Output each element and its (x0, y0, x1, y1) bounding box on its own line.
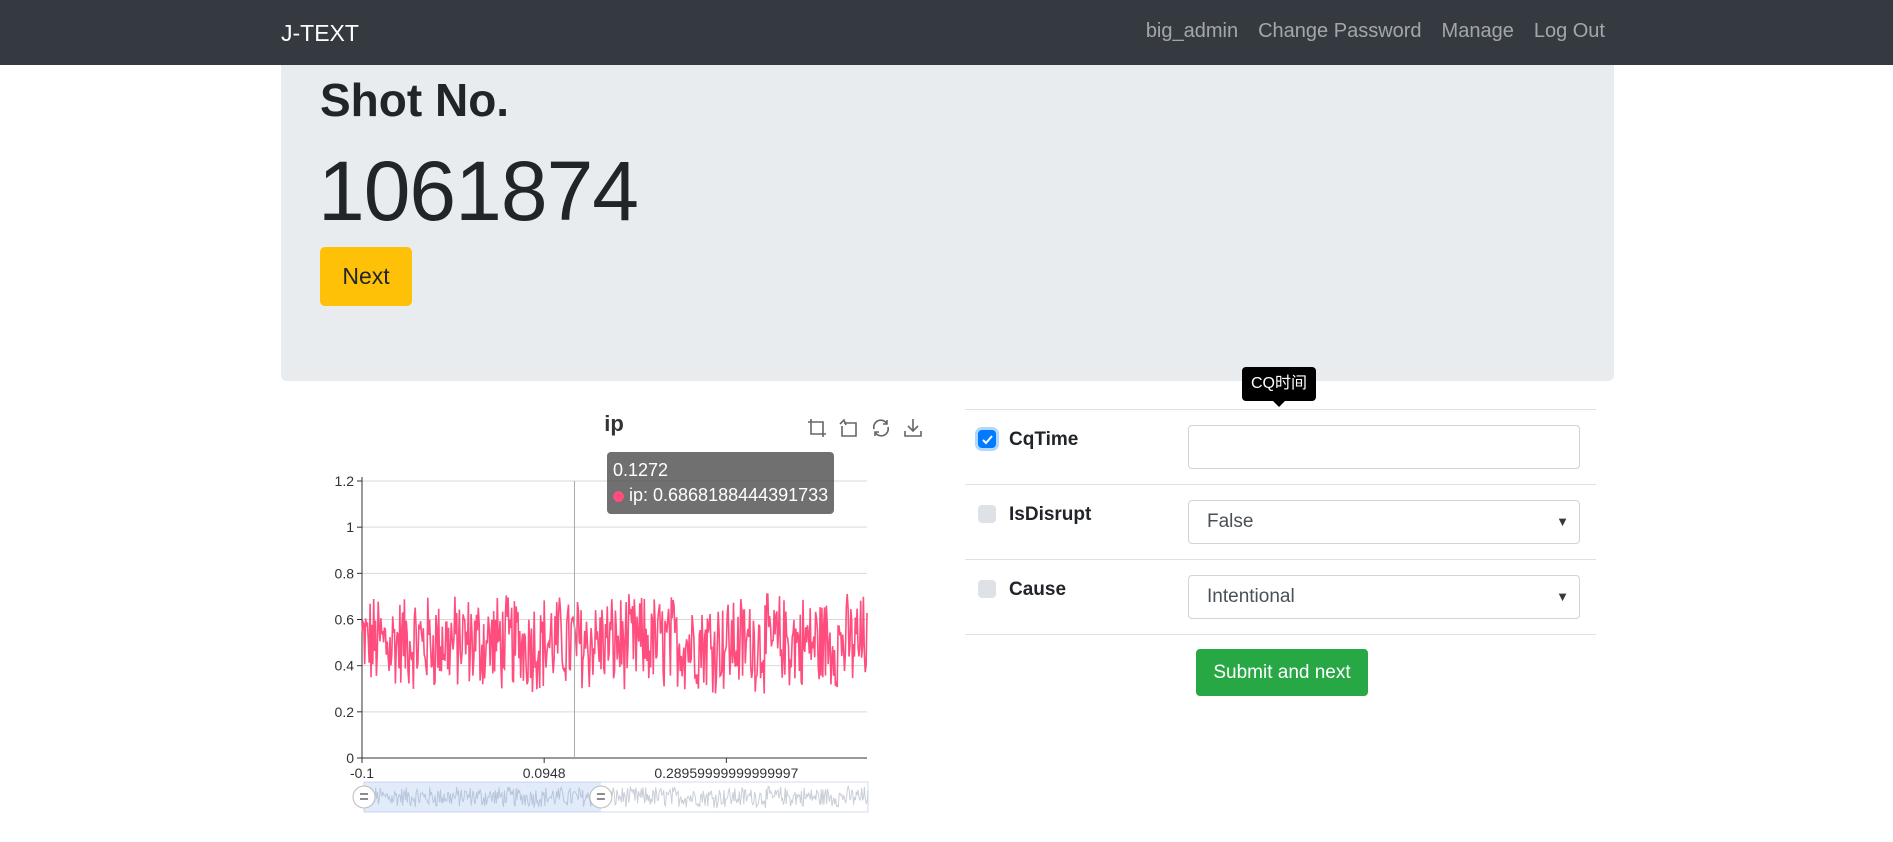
ip-chart[interactable]: ip 0 0.2 0.4 0.6 0.8 1 1.2 -0.1 0.0948 0.28959999… (310, 405, 950, 825)
cqtime-input[interactable] (1188, 425, 1580, 469)
cause-selected-value: Intentional (1207, 586, 1295, 607)
save-image-icon[interactable] (902, 417, 924, 439)
ip-series-line (361, 593, 868, 694)
series-dot-icon (613, 490, 624, 502)
form-row-cqtime: CqTime (965, 409, 1596, 484)
nav-manage[interactable]: Manage (1442, 20, 1514, 43)
chevron-down-icon: ▼ (1556, 589, 1569, 604)
handle-circle (589, 785, 613, 809)
cqtime-checkbox[interactable] (978, 430, 996, 448)
chevron-down-icon: ▼ (1556, 514, 1569, 529)
form-row-isdisrupt: IsDisrupt False ▼ (965, 484, 1596, 559)
y-tick-label: 1 (346, 519, 354, 535)
shot-number: 1061874 (318, 144, 639, 238)
label-form: CqTime IsDisrupt False ▼ Cause Intention… (965, 409, 1596, 635)
nav-user[interactable]: big_admin (1146, 20, 1238, 43)
chart-title: ip (604, 411, 624, 436)
datazoom-handle-icon[interactable] (589, 785, 613, 809)
cqtime-tooltip: CQ时间 (1242, 367, 1317, 407)
y-tick-label: 1.2 (335, 473, 355, 489)
isdisrupt-selected-value: False (1207, 511, 1254, 532)
chart-toolbox (806, 417, 924, 439)
tooltip-arrow-icon (1272, 400, 1286, 407)
tooltip-series-row: ip: 0.6868188444391733 (613, 483, 828, 508)
cause-label: Cause (1009, 579, 1067, 600)
isdisrupt-select[interactable]: False ▼ (1188, 500, 1580, 544)
cqtime-label: CqTime (1009, 429, 1079, 450)
zoom-reset-icon[interactable] (838, 417, 860, 439)
chart-tooltip: 0.1272 ip: 0.6868188444391733 (607, 452, 835, 514)
tooltip-x-value: 0.1272 (613, 460, 669, 480)
isdisrupt-checkbox[interactable] (978, 505, 996, 523)
brand-logo[interactable]: J-TEXT (281, 20, 359, 47)
shot-heading: Shot No. (320, 74, 510, 126)
y-tick-label: 0 (346, 750, 354, 766)
y-tick-label: 0.6 (335, 612, 355, 628)
zoom-icon[interactable] (806, 417, 828, 439)
navbar: J-TEXT big_admin Change Password Manage … (0, 0, 1893, 65)
handle-circle (352, 785, 376, 809)
x-tick-label: 0.0948 (523, 765, 566, 781)
isdisrupt-label: IsDisrupt (1009, 504, 1092, 525)
datazoom-handle-icon[interactable] (352, 785, 376, 809)
checkmark-icon (982, 435, 993, 445)
restore-icon[interactable] (870, 417, 892, 439)
cqtime-tooltip-text: CQ时间 (1251, 375, 1308, 392)
cause-select[interactable]: Intentional ▼ (1188, 575, 1580, 619)
shot-jumbotron: Shot No. 1061874 Next (281, 65, 1614, 381)
cause-checkbox[interactable] (978, 580, 996, 598)
datazoom-window (364, 782, 601, 812)
y-tick-label: 0.2 (335, 704, 355, 720)
x-tick-label: 0.28959999999999997 (654, 765, 798, 781)
next-button[interactable]: Next (320, 247, 412, 306)
y-tick-label: 0.4 (335, 658, 355, 674)
form-row-cause: Cause Intentional ▼ (965, 559, 1596, 635)
y-tick-label: 0.8 (335, 565, 355, 581)
tooltip-series-value: ip: 0.6868188444391733 (629, 485, 829, 505)
nav-change-password[interactable]: Change Password (1258, 20, 1421, 43)
x-tick-label: -0.1 (350, 765, 374, 781)
nav-links: big_admin Change Password Manage Log Out (1146, 20, 1605, 43)
nav-logout[interactable]: Log Out (1534, 20, 1605, 43)
submit-next-button[interactable]: Submit and next (1196, 649, 1368, 696)
